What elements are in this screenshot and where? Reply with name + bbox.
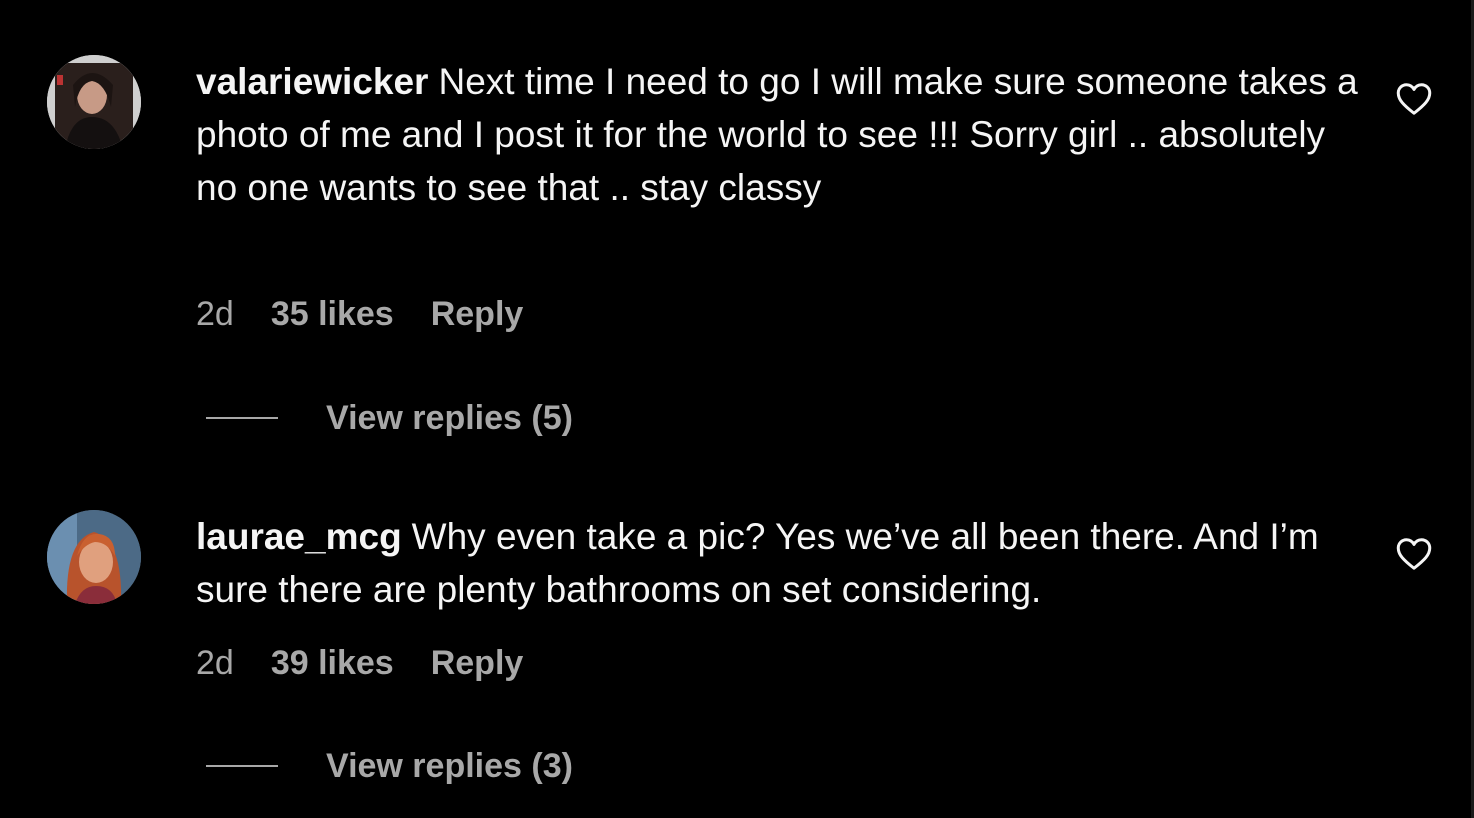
divider-line bbox=[206, 765, 278, 767]
username-link[interactable]: laurae_mcg bbox=[196, 516, 402, 557]
view-replies-label: View replies (3) bbox=[326, 746, 573, 785]
view-replies-button[interactable]: View replies (3) bbox=[206, 746, 573, 786]
likes-count[interactable]: 39 likes bbox=[271, 643, 394, 683]
likes-count[interactable]: 35 likes bbox=[271, 294, 394, 334]
comment-time: 2d bbox=[196, 295, 234, 333]
comment-meta: 2d 35 likes Reply bbox=[196, 294, 523, 334]
heart-outline-icon[interactable] bbox=[1396, 82, 1432, 116]
view-replies-label: View replies (5) bbox=[326, 398, 573, 437]
username-link[interactable]: valariewicker bbox=[196, 61, 428, 102]
avatar-image bbox=[47, 510, 141, 604]
view-replies-button[interactable]: View replies (5) bbox=[206, 398, 573, 438]
reply-button[interactable]: Reply bbox=[431, 643, 524, 683]
divider-line bbox=[206, 417, 278, 419]
avatar[interactable] bbox=[47, 510, 141, 604]
avatar[interactable] bbox=[47, 55, 141, 149]
comment-meta: 2d 39 likes Reply bbox=[196, 643, 523, 683]
heart-outline-icon[interactable] bbox=[1396, 537, 1432, 571]
reply-button[interactable]: Reply bbox=[431, 294, 524, 334]
comment-body: laurae_mcg Why even take a pic? Yes we’ve… bbox=[196, 510, 1361, 616]
comment-body: valariewicker Next time I need to go I wi… bbox=[196, 55, 1361, 214]
comment-time: 2d bbox=[196, 644, 234, 682]
avatar-image bbox=[47, 55, 141, 149]
